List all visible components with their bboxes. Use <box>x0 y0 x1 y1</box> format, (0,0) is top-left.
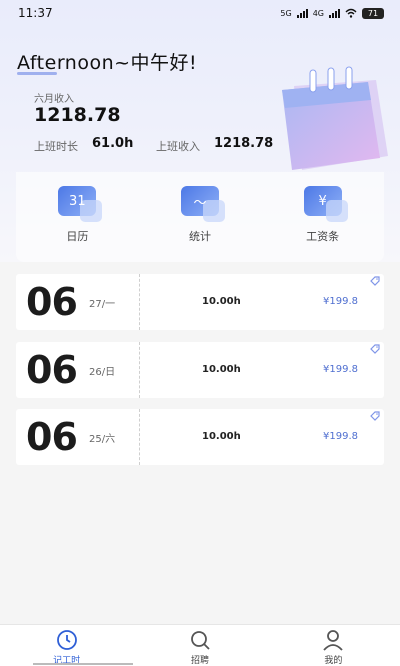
shortcut-calendar[interactable]: 31 日历 <box>27 172 127 244</box>
network-label-2: 4G <box>312 8 324 18</box>
record-day: 27/一 <box>89 299 116 310</box>
shortcut-row: 31 日历 〜 统计 ¥ 工资条 <box>16 172 384 262</box>
payslip-icon: ¥ <box>303 186 348 222</box>
record-day: 26/日 <box>89 367 116 378</box>
stats-icon: 〜 <box>180 186 225 222</box>
greeting-underline <box>17 72 57 75</box>
bottom-nav: 记工时 招聘 我的 <box>0 624 400 666</box>
shortcut-stats[interactable]: 〜 统计 <box>150 172 250 244</box>
calendar-illustration-icon <box>282 66 388 170</box>
network-label: 5G <box>280 8 292 18</box>
shortcut-label: 日历 <box>66 230 89 243</box>
nav-item-recruit[interactable]: 招聘 <box>133 625 266 666</box>
profile-icon <box>323 630 343 651</box>
tag-icon <box>370 344 380 354</box>
nav-item-worktime[interactable]: 记工时 <box>0 625 133 666</box>
signal-icon-2 <box>329 8 340 18</box>
record-divider <box>139 342 140 398</box>
work-record-row[interactable]: 06 27/一 10.00h ¥199.8 <box>16 274 384 330</box>
work-hours-value: 61.0h <box>92 136 134 151</box>
greeting-title: Afternoon~中午好! <box>17 52 198 74</box>
work-record-row[interactable]: 06 26/日 10.00h ¥199.8 <box>16 342 384 398</box>
tag-icon <box>370 276 380 286</box>
income-summary-card[interactable]: 六月收入 1218.78 上班时长 61.0h 上班收入 1218.78 <box>16 82 273 172</box>
status-time: 11:37 <box>18 6 53 20</box>
month-income-label: 六月收入 <box>34 94 74 105</box>
work-earnings-value: 1218.78 <box>214 136 274 151</box>
record-hours: 10.00h <box>202 364 241 375</box>
nav-label: 我的 <box>324 656 343 666</box>
wifi-icon <box>345 8 357 18</box>
active-tab-underline <box>33 663 133 665</box>
tag-icon <box>370 411 380 421</box>
calendar-icon: 31 <box>58 186 103 222</box>
record-month: 06 <box>26 348 78 392</box>
work-record-row[interactable]: 06 25/六 10.00h ¥199.8 <box>16 409 384 465</box>
nav-label: 招聘 <box>190 656 209 666</box>
record-pay: ¥199.8 <box>323 296 358 307</box>
signal-icon <box>296 8 308 18</box>
clock-icon <box>56 630 77 650</box>
record-pay: ¥199.8 <box>323 364 358 375</box>
search-icon <box>191 631 210 650</box>
record-month: 06 <box>26 415 78 459</box>
status-icons: 5G 4G 71 <box>280 7 384 19</box>
record-divider <box>139 409 140 465</box>
record-day: 25/六 <box>89 434 116 445</box>
shortcut-label: 工资条 <box>306 230 340 243</box>
record-pay: ¥199.8 <box>323 431 358 442</box>
work-hours-label: 上班时长 <box>34 140 78 153</box>
status-bar: 11:37 5G 4G 71 <box>0 0 400 26</box>
record-divider <box>139 274 140 330</box>
record-hours: 10.00h <box>202 431 241 442</box>
record-hours: 10.00h <box>202 296 241 307</box>
shortcut-payslip[interactable]: ¥ 工资条 <box>273 172 373 244</box>
record-month: 06 <box>26 280 78 324</box>
nav-item-profile[interactable]: 我的 <box>267 625 400 666</box>
battery-icon: 71 <box>362 7 384 19</box>
work-earnings-label: 上班收入 <box>156 140 200 153</box>
month-income-value: 1218.78 <box>34 104 121 126</box>
shortcut-label: 统计 <box>188 230 211 243</box>
